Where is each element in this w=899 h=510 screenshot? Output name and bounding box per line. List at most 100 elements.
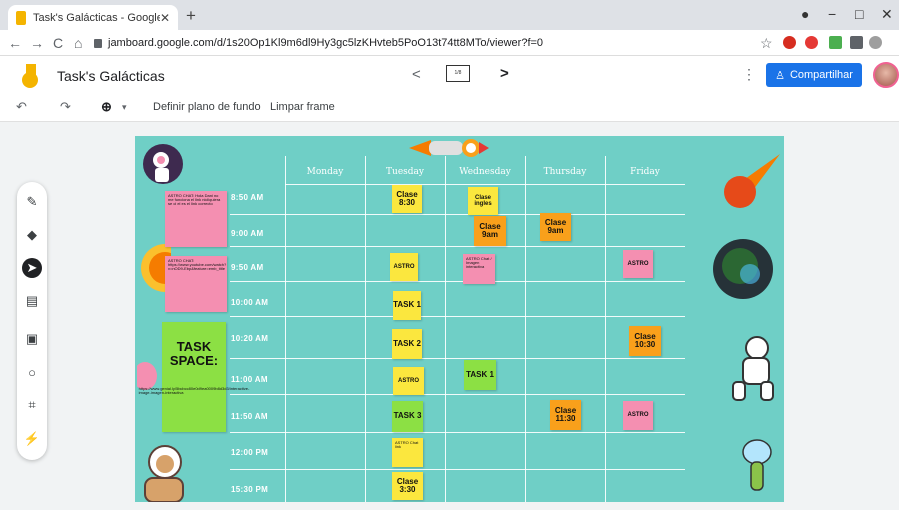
- grid-line: [285, 184, 685, 185]
- adblock-extension-icon[interactable]: [805, 36, 818, 49]
- sticky-note-task[interactable]: TASK 1: [393, 291, 421, 320]
- jamboard-canvas[interactable]: Monday Tuesday Wednesday Thursday Friday…: [135, 136, 784, 502]
- task-space-title: TASK SPACE:: [169, 339, 219, 369]
- grid-line: [230, 358, 685, 359]
- grid-line: [365, 156, 366, 502]
- tool-palette: ✎ ◆ ➤ ▤ ▣ ○ ⌗ ⚡: [17, 182, 47, 460]
- frame-bar-button[interactable]: 1/8: [446, 65, 470, 82]
- sticky-note-clase[interactable]: Clase 9am: [540, 213, 571, 241]
- more-options-icon[interactable]: ⋮: [742, 66, 756, 83]
- shape-tool-icon[interactable]: ○: [22, 363, 42, 383]
- previous-frame-button[interactable]: <: [412, 66, 421, 83]
- browser-tab-bar: Task's Galácticas - Google Jambo ✕ + ● −…: [0, 0, 899, 30]
- eraser-tool-icon[interactable]: ◆: [22, 225, 42, 245]
- pen-tool-icon[interactable]: ✎: [22, 192, 42, 212]
- grid-line: [230, 214, 685, 215]
- close-window-button[interactable]: ✕: [881, 6, 893, 23]
- sticky-note-clase[interactable]: Clase 8:30: [392, 185, 422, 213]
- back-button[interactable]: ←: [8, 35, 22, 51]
- time-label: 10:20 AM: [231, 334, 269, 343]
- grid-line: [285, 156, 286, 502]
- time-label: 11:00 AM: [231, 375, 268, 384]
- jamboard-favicon-icon: [16, 10, 26, 25]
- profile-icon[interactable]: [869, 36, 882, 49]
- avatar[interactable]: [873, 62, 899, 88]
- person-add-icon: ♙: [775, 69, 785, 82]
- grid-line: [230, 432, 685, 433]
- browser-tab[interactable]: Task's Galácticas - Google Jambo ✕: [8, 5, 178, 30]
- extensions-puzzle-icon[interactable]: [850, 36, 863, 49]
- grid-line: [525, 156, 526, 502]
- address-bar-row: ← → C ⌂ jamboard.google.com/d/1s20Op1Kl9…: [0, 30, 899, 56]
- jamboard-logo-icon: [22, 64, 38, 88]
- app-header: Task's Galácticas < 1/8 > ⋮ ♙ Compartilh…: [0, 56, 899, 94]
- sticky-note-clase[interactable]: Clase ingles: [468, 187, 498, 215]
- jam-toolbar: ↶ ↷ ⊕ ▾ Definir plano de fundo Limpar fr…: [0, 94, 899, 122]
- time-label: 9:50 AM: [231, 263, 264, 272]
- laser-tool-icon[interactable]: ⚡: [22, 429, 42, 449]
- forward-button[interactable]: →: [30, 35, 44, 51]
- sticky-note-astro[interactable]: ASTRO: [393, 367, 424, 395]
- minimize-button[interactable]: −: [828, 6, 836, 22]
- day-header-tuesday: Tuesday: [386, 167, 424, 177]
- share-button[interactable]: ♙ Compartilhar: [766, 63, 862, 87]
- maximize-button[interactable]: □: [855, 6, 863, 22]
- sticky-note-task[interactable]: TASK 3: [392, 401, 423, 432]
- opera-extension-icon[interactable]: [783, 36, 796, 49]
- select-tool-icon[interactable]: ➤: [22, 258, 42, 278]
- sticky-note-clase[interactable]: Clase 10:30: [629, 326, 661, 356]
- grid-line: [605, 156, 606, 502]
- sticky-note-astro[interactable]: ASTRO: [623, 401, 653, 430]
- tab-close-icon[interactable]: ✕: [160, 11, 170, 25]
- sticky-note-astro-chat[interactable]: ASTRO CHAT: https://www.youtube.com/watc…: [165, 256, 227, 312]
- reload-button[interactable]: C: [53, 35, 63, 51]
- redo-icon[interactable]: ↷: [60, 99, 71, 115]
- sticky-note-tool-icon[interactable]: ▤: [22, 291, 42, 311]
- sticky-note-task-space[interactable]: TASK SPACE: https://www.genial.ly/5bcbcc…: [139, 322, 249, 432]
- time-label: 12:00 PM: [231, 448, 269, 457]
- undo-icon[interactable]: ↶: [16, 99, 27, 115]
- day-header-thursday: Thursday: [543, 167, 587, 177]
- day-header-wednesday: Wednesday: [459, 167, 511, 177]
- grid-line: [230, 316, 685, 317]
- grid-line: [230, 246, 685, 247]
- sticky-note-small[interactable]: ASTRO Chat / Imagen interactiva: [463, 254, 495, 284]
- day-header-monday: Monday: [306, 167, 344, 177]
- sticky-note-astro-chat[interactable]: ASTRO CHAT: Hola Dani no me funciona el …: [165, 191, 227, 247]
- clear-frame-button[interactable]: Limpar frame: [270, 101, 335, 113]
- sticky-note-clase[interactable]: Clase 11:30: [550, 400, 581, 430]
- share-label: Compartilhar: [789, 69, 853, 81]
- home-button[interactable]: ⌂: [74, 35, 82, 51]
- set-background-button[interactable]: Definir plano de fundo: [153, 101, 261, 113]
- lock-icon: [94, 38, 102, 48]
- extension-icon[interactable]: [829, 36, 842, 49]
- time-label: 11:50 AM: [231, 412, 268, 421]
- text-box-tool-icon[interactable]: ⌗: [22, 395, 42, 415]
- sticky-note-clase[interactable]: Clase 9am: [474, 216, 506, 246]
- zoom-icon[interactable]: ⊕: [101, 99, 112, 115]
- day-header-friday: Friday: [630, 167, 660, 177]
- new-tab-button[interactable]: +: [186, 6, 196, 26]
- sticky-note-clase[interactable]: Clase 3:30: [392, 472, 423, 500]
- grid-line: [445, 156, 446, 502]
- grid-line: [230, 394, 685, 395]
- next-frame-button[interactable]: >: [500, 65, 509, 82]
- time-label: 10:00 AM: [231, 298, 269, 307]
- space-dog-sticker-icon: [144, 445, 184, 502]
- time-label: 9:00 AM: [231, 229, 264, 238]
- account-icon[interactable]: ●: [801, 6, 809, 22]
- earth-planet-sticker-icon: [713, 239, 773, 299]
- tab-title: Task's Galácticas - Google Jambo: [33, 11, 160, 24]
- zoom-caret-icon[interactable]: ▾: [122, 102, 127, 113]
- bookmark-star-icon[interactable]: ☆: [760, 35, 773, 52]
- grid-line: [230, 281, 685, 282]
- sticky-note-task[interactable]: TASK 1: [464, 360, 496, 390]
- image-tool-icon[interactable]: ▣: [22, 329, 42, 349]
- url-text: jamboard.google.com/d/1s20Op1Kl9m6dl9Hy3…: [108, 37, 544, 49]
- url-field[interactable]: jamboard.google.com/d/1s20Op1Kl9m6dl9Hy3…: [94, 33, 744, 53]
- alien-sticker-icon: [742, 439, 772, 491]
- sticky-note-astro[interactable]: ASTRO: [623, 250, 653, 278]
- sticky-note-astro[interactable]: ASTRO: [390, 253, 418, 281]
- sticky-note-small[interactable]: ASTRO Chat link: [392, 438, 423, 467]
- sticky-note-task[interactable]: TASK 2: [392, 329, 422, 359]
